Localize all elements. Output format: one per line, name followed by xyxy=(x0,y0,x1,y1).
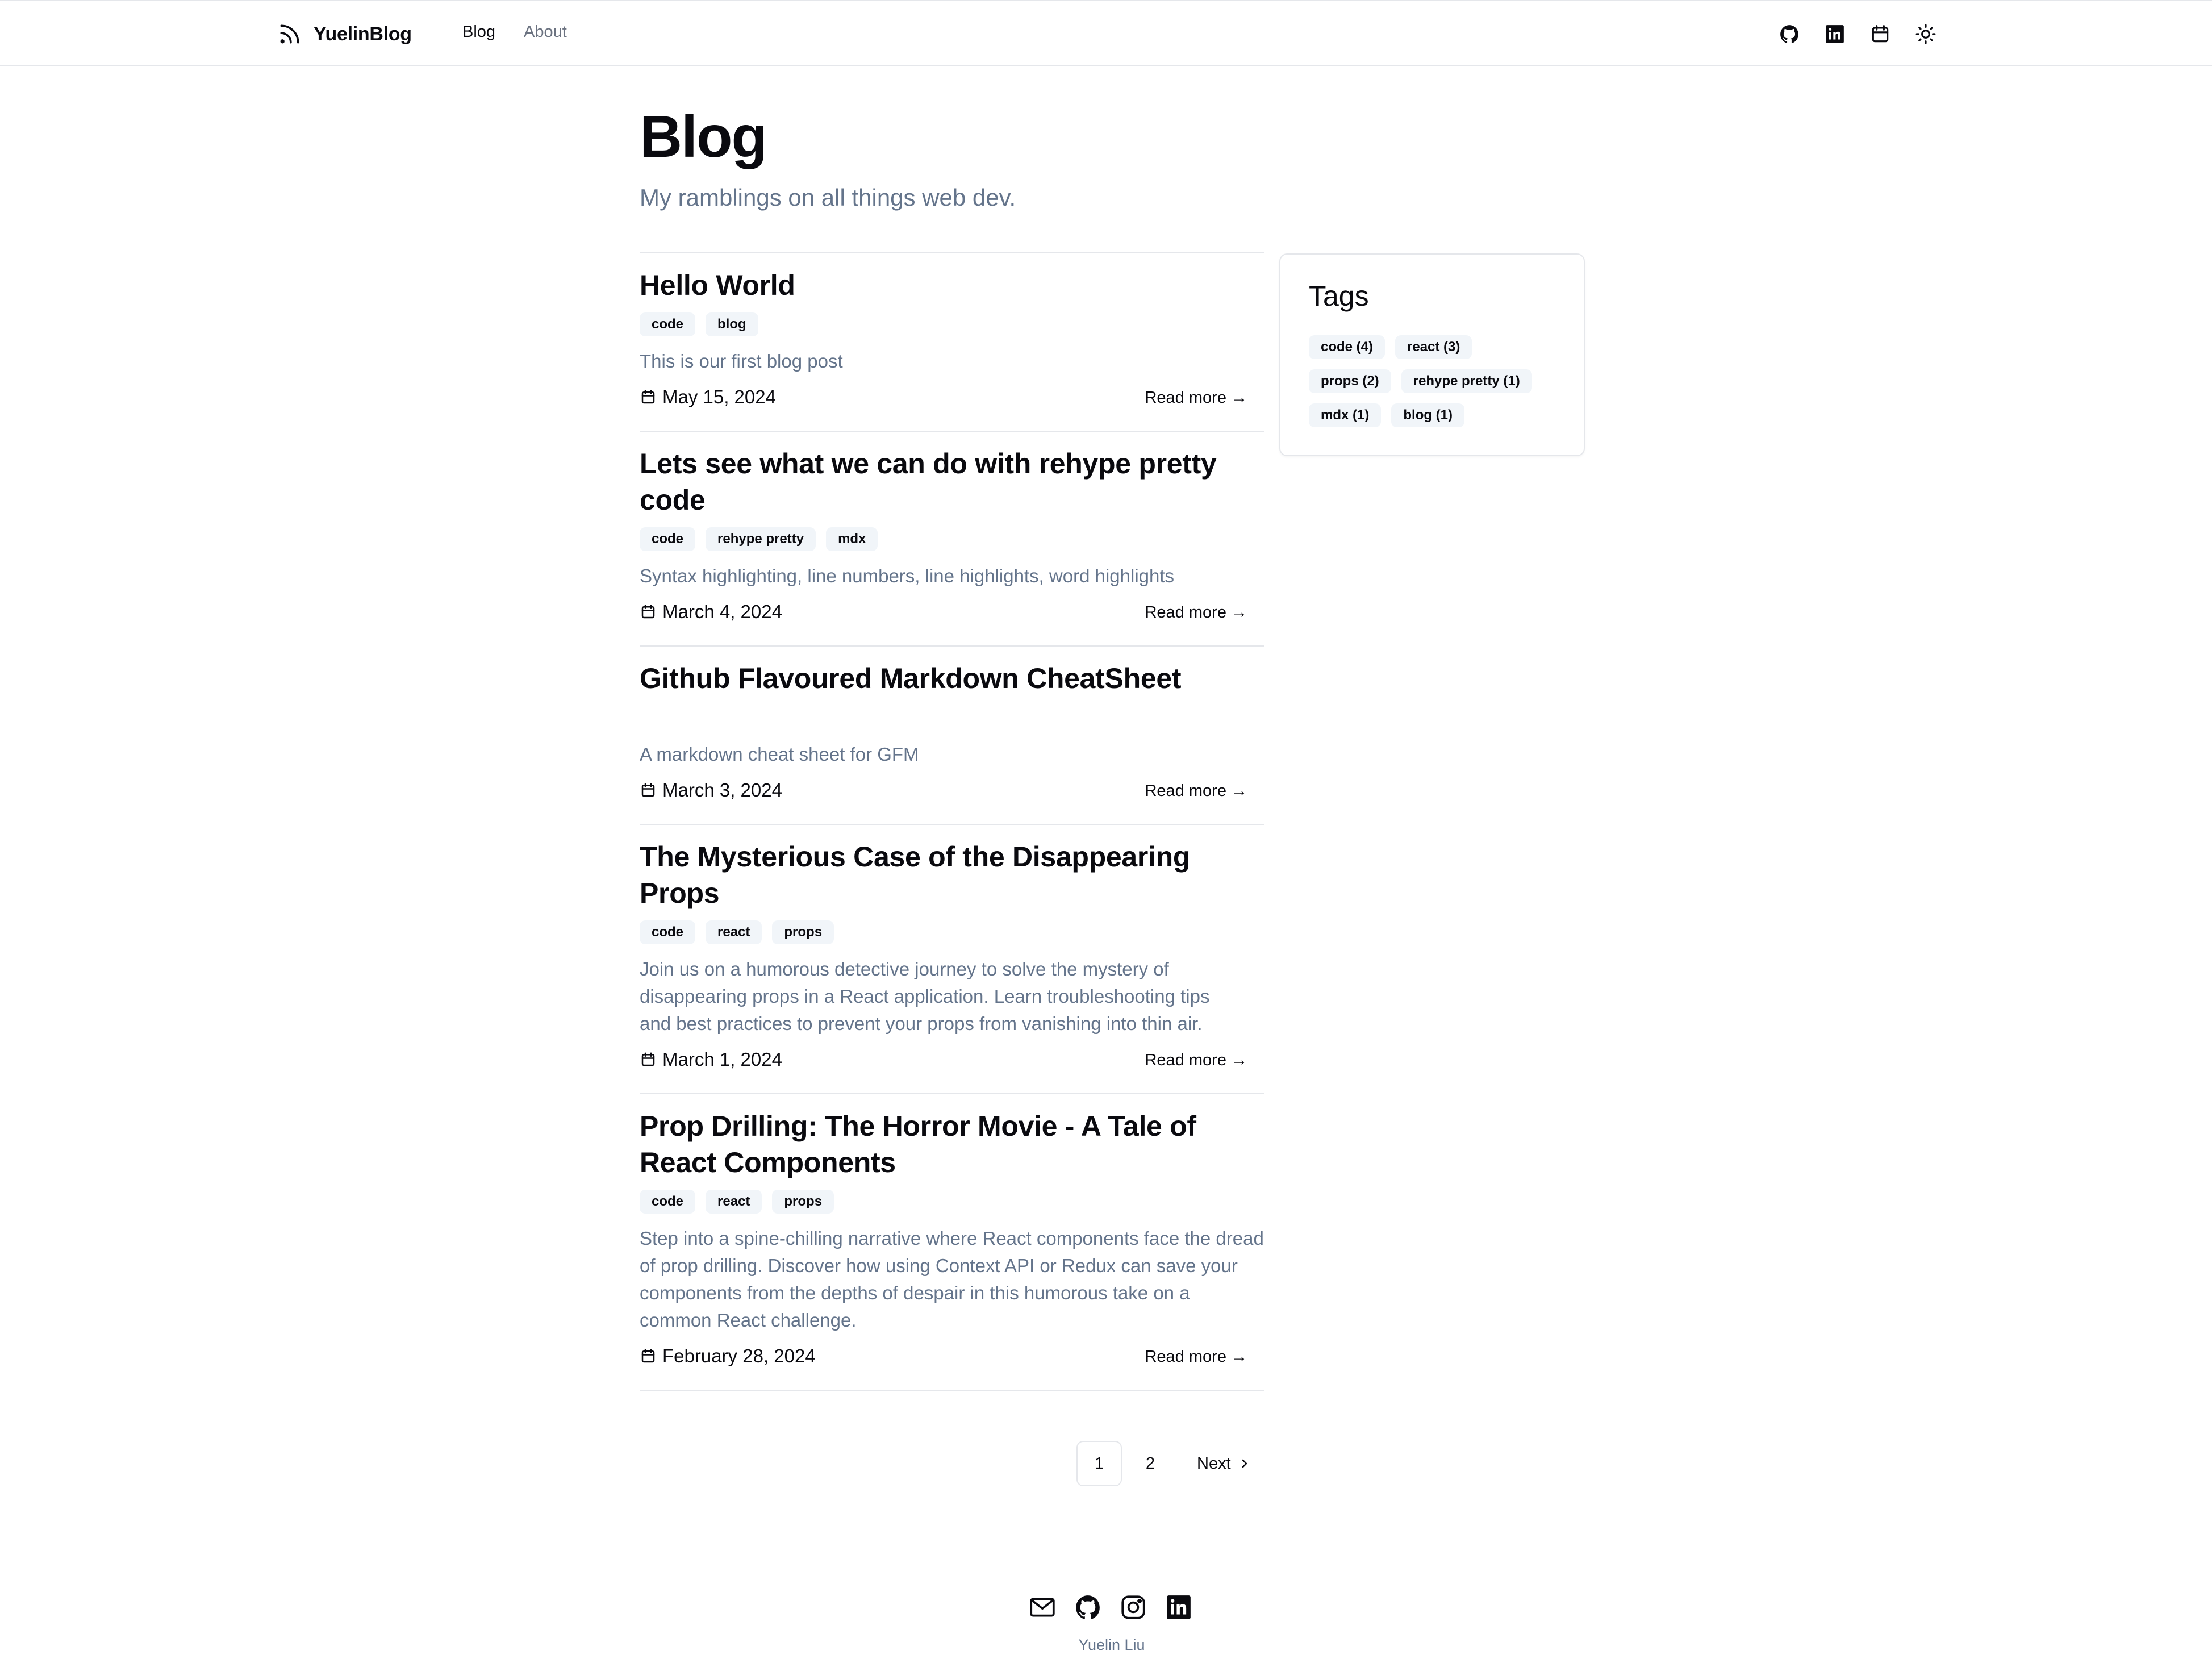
nav-blog-link[interactable]: Blog xyxy=(462,23,495,41)
post-date: March 1, 2024 xyxy=(640,1049,782,1070)
sidebar-tag-blog[interactable]: blog (1) xyxy=(1391,403,1465,427)
post-date-text: February 28, 2024 xyxy=(662,1345,816,1366)
mail-icon[interactable] xyxy=(1028,1593,1057,1622)
calendar-icon xyxy=(641,1349,655,1363)
post-tags: code react props xyxy=(640,1190,1264,1214)
post-item: Lets see what we can do with rehype pret… xyxy=(640,431,1264,628)
post-title-link[interactable]: Lets see what we can do with rehype pret… xyxy=(640,445,1230,518)
post-description: Join us on a humorous detective journey … xyxy=(640,958,1210,1034)
post-tag[interactable]: react xyxy=(706,920,762,944)
sidebar-tag-props[interactable]: props (2) xyxy=(1309,369,1391,393)
sun-icon[interactable] xyxy=(1912,20,1939,48)
instagram-icon[interactable] xyxy=(1119,1593,1147,1622)
github-icon[interactable] xyxy=(1074,1593,1102,1622)
post-tag[interactable]: react xyxy=(706,1190,762,1214)
footer-author-name: Yuelin Liu xyxy=(1078,1636,1145,1653)
page-subtitle: My ramblings on all things web dev. xyxy=(640,184,1016,211)
post-footer: March 1, 2024 Read more → xyxy=(640,1049,1264,1076)
nav-about-link[interactable]: About xyxy=(524,23,567,41)
brand-name: YuelinBlog xyxy=(314,23,412,45)
post-item: The Mysterious Case of the Disappearing … xyxy=(640,824,1264,1076)
post-tag[interactable]: code xyxy=(640,527,696,551)
post-item: Hello World code blog This is our first … xyxy=(640,252,1264,414)
read-more-link[interactable]: Read more → xyxy=(1145,603,1247,622)
post-tag[interactable]: code xyxy=(640,1190,696,1214)
post-tag[interactable]: code xyxy=(640,920,696,944)
post-tag[interactable]: code xyxy=(640,312,696,336)
post-tag[interactable]: rehype pretty xyxy=(706,527,816,551)
post-title-link[interactable]: Github Flavoured Markdown CheatSheet xyxy=(640,660,1264,697)
tags-card: Tags code (4) react (3) props (2) rehype… xyxy=(1279,253,1585,456)
post-description: Syntax highlighting, line numbers, line … xyxy=(640,565,1175,586)
post-date: February 28, 2024 xyxy=(640,1345,816,1367)
sidebar-tag-code[interactable]: code (4) xyxy=(1309,335,1385,359)
post-item: Prop Drilling: The Horror Movie - A Tale… xyxy=(640,1093,1264,1373)
tags-card-title: Tags xyxy=(1309,280,1369,312)
github-icon[interactable] xyxy=(1776,20,1803,48)
tags-list: code (4) react (3) props (2) rehype pret… xyxy=(1309,335,1559,427)
post-footer: February 28, 2024 Read more → xyxy=(640,1345,1264,1373)
post-footer: May 15, 2024 Read more → xyxy=(640,386,1264,414)
divider xyxy=(640,1390,1264,1391)
read-more-link[interactable]: Read more → xyxy=(1145,1051,1247,1070)
read-more-link[interactable]: Read more → xyxy=(1145,1348,1247,1366)
linkedin-icon[interactable] xyxy=(1821,20,1848,48)
chevron-right-icon xyxy=(1242,1459,1247,1468)
pagination: 1 2 Next xyxy=(1076,1441,1259,1486)
post-tag[interactable]: mdx xyxy=(826,527,878,551)
post-footer: March 3, 2024 Read more → xyxy=(640,780,1264,807)
read-more-link[interactable]: Read more → xyxy=(1145,389,1247,407)
post-date-text: March 1, 2024 xyxy=(662,1049,782,1070)
post-description: Step into a spine-chilling narrative whe… xyxy=(640,1228,1264,1331)
post-tag[interactable]: props xyxy=(772,1190,834,1214)
sidebar-tag-react[interactable]: react (3) xyxy=(1395,335,1472,359)
post-date-text: May 15, 2024 xyxy=(662,386,776,407)
sidebar-tag-rehype-pretty[interactable]: rehype pretty (1) xyxy=(1401,369,1532,393)
site-header: YuelinBlog Blog About xyxy=(0,0,2212,66)
post-list: Hello World code blog This is our first … xyxy=(640,252,1264,1391)
post-tags xyxy=(640,706,1264,730)
post-tags: code react props xyxy=(640,920,1264,944)
calendar-icon xyxy=(641,605,655,619)
next-page-button[interactable]: Next xyxy=(1189,1441,1259,1486)
calendar-icon xyxy=(641,783,655,797)
next-label: Next xyxy=(1197,1454,1231,1473)
read-more-link[interactable]: Read more → xyxy=(1145,782,1247,801)
post-footer: March 4, 2024 Read more → xyxy=(640,601,1264,628)
page: YuelinBlog Blog About Blog My ramblings … xyxy=(0,0,2212,1659)
sidebar-tag-mdx[interactable]: mdx (1) xyxy=(1309,403,1382,427)
post-title-link[interactable]: The Mysterious Case of the Disappearing … xyxy=(640,839,1230,911)
calendar-icon[interactable] xyxy=(1867,20,1894,48)
post-date-text: March 4, 2024 xyxy=(662,601,782,622)
post-title-link[interactable]: Prop Drilling: The Horror Movie - A Tale… xyxy=(640,1108,1230,1181)
post-tags: code rehype pretty mdx xyxy=(640,527,1264,551)
post-item: Github Flavoured Markdown CheatSheet A m… xyxy=(640,645,1264,807)
post-tags: code blog xyxy=(640,312,1264,336)
post-date: May 15, 2024 xyxy=(640,386,776,408)
page-2-button[interactable]: 2 xyxy=(1128,1441,1173,1486)
post-date: March 4, 2024 xyxy=(640,601,782,623)
page-1-button[interactable]: 1 xyxy=(1076,1441,1122,1486)
post-tag[interactable]: props xyxy=(772,920,834,944)
post-description: This is our first blog post xyxy=(640,351,843,372)
post-description: A markdown cheat sheet for GFM xyxy=(640,744,919,765)
calendar-icon xyxy=(641,390,655,404)
rss-icon xyxy=(280,24,299,44)
footer-social-icons xyxy=(1028,1593,1193,1622)
post-date-text: March 3, 2024 xyxy=(662,780,782,801)
brand-link[interactable]: YuelinBlog xyxy=(277,19,412,49)
post-date: March 3, 2024 xyxy=(640,780,782,801)
page-title: Blog xyxy=(640,104,767,170)
post-title-link[interactable]: Hello World xyxy=(640,267,1264,303)
post-tag[interactable]: blog xyxy=(706,312,758,336)
linkedin-icon[interactable] xyxy=(1165,1593,1193,1622)
calendar-icon xyxy=(641,1052,655,1066)
